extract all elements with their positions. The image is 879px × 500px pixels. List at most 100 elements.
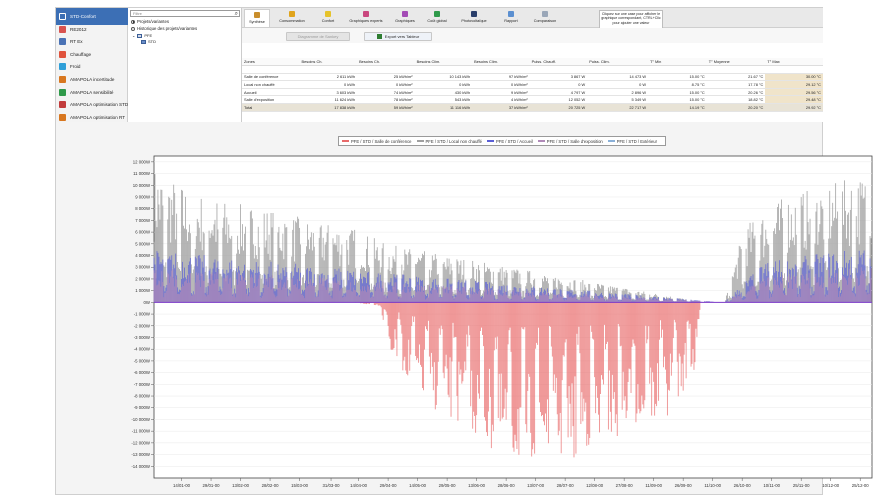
value-cell[interactable]: 97 kWh/m²	[472, 73, 530, 82]
value-cell[interactable]: 2 611 kWh	[299, 73, 358, 82]
radio-history[interactable]: Historique des projets/variantes	[131, 26, 197, 31]
value-cell[interactable]: 18.82 °C	[706, 95, 766, 105]
value-cell[interactable]: 17.78 °C	[706, 80, 766, 89]
value-cell[interactable]: 21.67 °C	[706, 73, 766, 82]
table-cell[interactable]	[357, 65, 415, 74]
column-header[interactable]: Zones	[242, 58, 300, 67]
table-cell[interactable]	[648, 65, 707, 74]
value-cell[interactable]: 12 052 W	[529, 95, 588, 105]
value-cell[interactable]: 25 kWh/m²	[357, 73, 415, 82]
value-cell[interactable]: 20.20 °C	[706, 103, 766, 112]
value-cell[interactable]: 14.19 °C	[648, 103, 707, 112]
value-cell[interactable]: 15.00 °C	[648, 73, 707, 82]
column-header[interactable]: Puiss. Clim.	[587, 58, 649, 67]
column-header[interactable]: T° Max	[765, 58, 823, 67]
table-cell[interactable]	[765, 65, 823, 74]
value-cell[interactable]: 15.00 °C	[648, 95, 707, 105]
value-cell[interactable]: 22 717 W	[587, 103, 649, 112]
value-cell[interactable]: 30.00 °C	[765, 73, 823, 82]
table-cell[interactable]	[299, 65, 358, 74]
value-cell[interactable]: 20 725 W	[529, 103, 588, 112]
column-header[interactable]: Puiss. Chauff.	[529, 58, 588, 67]
tab-5[interactable]: Coût global	[424, 9, 450, 27]
x-tick-label: 14/04-00	[350, 483, 368, 488]
tree-node-variant[interactable]: STD	[141, 39, 156, 44]
value-cell[interactable]: 8.75 °C	[648, 80, 707, 89]
legend-item[interactable]: PFE / STD / Local non chauffé	[416, 139, 482, 144]
legend-item[interactable]: PFE / STD / Salle d'exposition	[537, 139, 603, 144]
value-cell[interactable]: 29.56 °C	[765, 88, 823, 97]
value-cell[interactable]: 20.26 °C	[706, 88, 766, 97]
value-cell[interactable]: 3 603 kWh	[299, 88, 358, 97]
radio-selected-icon[interactable]	[131, 19, 135, 24]
zone-cell[interactable]: Salle de conférence	[242, 73, 300, 82]
value-cell[interactable]: 430 kWh	[414, 88, 473, 97]
value-cell[interactable]: 3 867 W	[529, 73, 588, 82]
value-cell[interactable]: 29.92 °C	[765, 103, 823, 112]
export-spreadsheet-button[interactable]: Export vers Tableur	[364, 32, 432, 41]
table-cell[interactable]	[472, 65, 530, 74]
value-cell[interactable]: 5 349 W	[587, 95, 649, 105]
tab-0[interactable]: Synthèse	[244, 9, 270, 27]
table-cell[interactable]	[242, 65, 300, 74]
zone-cell[interactable]: Accueil	[242, 88, 300, 97]
value-cell[interactable]: 78 kWh/m²	[357, 95, 415, 105]
value-cell[interactable]: 11 624 kWh	[299, 95, 358, 105]
value-cell[interactable]: 4 797 W	[529, 88, 588, 97]
value-cell[interactable]: 4 kWh/m²	[472, 95, 530, 105]
value-cell[interactable]: 0 kWh/m²	[472, 80, 530, 89]
value-cell[interactable]: 14 473 W	[587, 73, 649, 82]
value-cell[interactable]: 0 kWh	[414, 80, 473, 89]
value-cell[interactable]: 15.00 °C	[648, 88, 707, 97]
column-header[interactable]: Besoins Clim.	[414, 58, 473, 67]
column-header[interactable]: Besoins Ch.	[357, 58, 415, 67]
column-header[interactable]: Besoins Ch.	[299, 58, 358, 67]
tab-4[interactable]: Graphiques	[390, 9, 420, 27]
value-cell[interactable]: 10 143 kWh	[414, 73, 473, 82]
legend-item[interactable]: PFE / STD / Salle de conférence	[342, 139, 412, 144]
sidebar-item-8[interactable]: AMAPOLA optimisation RT	[56, 109, 128, 126]
radio-unselected-icon[interactable]	[131, 26, 135, 31]
tab-3[interactable]: Graphiques experts	[346, 9, 386, 27]
value-cell[interactable]: 2 896 W	[587, 88, 649, 97]
chevron-down-icon[interactable]: ⌄	[132, 33, 135, 38]
zone-cell[interactable]: Local non chauffé	[242, 80, 300, 89]
tree-filter-placeholder: Filtre	[133, 11, 142, 16]
tab-7[interactable]: Rapport	[498, 9, 524, 27]
radio-projects[interactable]: Projets/variantes	[131, 19, 169, 24]
tree-filter-input[interactable]: Filtre ⌕	[130, 10, 240, 17]
table-cell[interactable]	[706, 65, 766, 74]
regulation-icon	[59, 25, 66, 33]
x-tick-label: 27/08-00	[616, 483, 634, 488]
legend-item[interactable]: PFE / STD / Extérieur	[607, 139, 657, 144]
column-header[interactable]: T° Moyenne	[706, 58, 766, 67]
zone-cell[interactable]: Salle d'exposition	[242, 95, 300, 105]
value-cell[interactable]: 59 kWh/m²	[357, 103, 415, 112]
table-cell[interactable]	[587, 65, 649, 74]
value-cell[interactable]: 29.12 °C	[765, 80, 823, 89]
zone-cell[interactable]: Total	[242, 103, 300, 112]
value-cell[interactable]: 11 116 kWh	[414, 103, 473, 112]
table-cell[interactable]	[414, 65, 473, 74]
legend-item[interactable]: PFE / STD / Accueil	[487, 139, 533, 144]
value-cell[interactable]: 29.48 °C	[765, 95, 823, 105]
value-cell[interactable]: 543 kWh	[414, 95, 473, 105]
column-header[interactable]: Besoins Clim.	[472, 58, 530, 67]
tab-6[interactable]: Photovoltaïque	[454, 9, 494, 27]
search-icon[interactable]: ⌕	[235, 11, 238, 17]
column-header[interactable]: T° Min	[648, 58, 707, 67]
value-cell[interactable]: 17 838 kWh	[299, 103, 358, 112]
tab-1[interactable]: Consommation	[274, 9, 310, 27]
tab-2[interactable]: Confort	[314, 9, 342, 27]
tree-node-project[interactable]: ⌄ PFE	[132, 33, 152, 38]
tab-8[interactable]: Comparaison	[528, 9, 562, 27]
value-cell[interactable]: 0 kWh/m²	[357, 80, 415, 89]
value-cell[interactable]: 0 kWh	[299, 80, 358, 89]
table-cell[interactable]	[529, 65, 588, 74]
value-cell[interactable]: 9 kWh/m²	[472, 88, 530, 97]
sankey-diagram-button[interactable]: Diagramme de Sankey	[286, 32, 350, 41]
value-cell[interactable]: 0 W	[529, 80, 588, 89]
value-cell[interactable]: 37 kWh/m²	[472, 103, 530, 112]
value-cell[interactable]: 74 kWh/m²	[357, 88, 415, 97]
value-cell[interactable]: 0 W	[587, 80, 649, 89]
